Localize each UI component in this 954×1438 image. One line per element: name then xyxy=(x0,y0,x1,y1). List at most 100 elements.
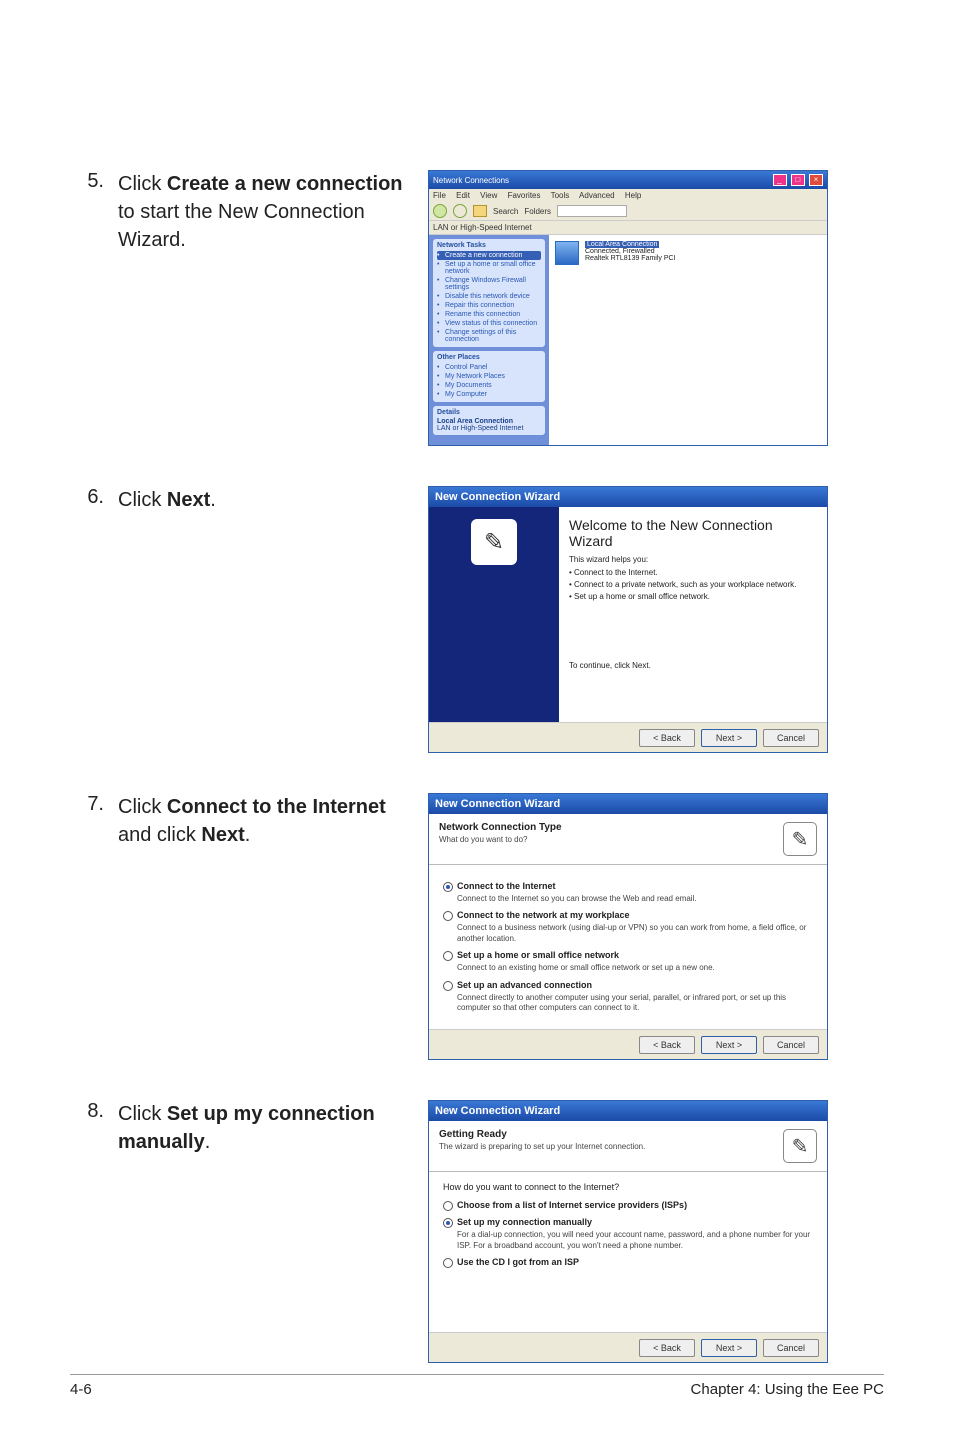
task-view-status[interactable]: View status of this connection xyxy=(437,319,541,328)
step-8: 8. Click Set up my connection manually. … xyxy=(70,1100,884,1363)
window-body: Network Tasks Create a new connection Se… xyxy=(429,235,827,445)
chapter-title: Chapter 4: Using the Eee PC xyxy=(691,1381,884,1398)
toolbar-folders[interactable]: Folders xyxy=(524,207,551,216)
radio-icon xyxy=(443,1258,453,1268)
step-6-post: . xyxy=(210,489,216,511)
menu-help[interactable]: Help xyxy=(625,191,641,200)
details-header: Details xyxy=(437,409,541,416)
task-create-connection[interactable]: Create a new connection xyxy=(437,251,541,260)
option-home-network[interactable]: Set up a home or small office network Co… xyxy=(443,950,813,973)
up-icon[interactable] xyxy=(473,205,487,217)
back-button[interactable]: < Back xyxy=(639,1339,695,1357)
task-change-settings[interactable]: Change settings of this connection xyxy=(437,328,541,344)
min-button[interactable]: _ xyxy=(773,174,787,186)
task-disable[interactable]: Disable this network device xyxy=(437,292,541,301)
option-label: Choose from a list of Internet service p… xyxy=(457,1200,687,1210)
connection-icon xyxy=(555,241,579,265)
step-6-text: Click Next. xyxy=(118,486,408,753)
connection-item[interactable]: Local Area Connection Connected, Firewal… xyxy=(555,241,821,265)
option-connect-internet[interactable]: Connect to the Internet Connect to the I… xyxy=(443,881,813,904)
wizard-content: Welcome to the New Connection Wizard Thi… xyxy=(559,507,827,722)
step-6-bold: Next xyxy=(167,489,210,511)
menu-favorites[interactable]: Favorites xyxy=(508,191,541,200)
details-box: Details Local Area Connection LAN or Hig… xyxy=(433,406,545,435)
wizard-getting-ready: New Connection Wizard Getting Ready The … xyxy=(428,1100,828,1363)
task-rename[interactable]: Rename this connection xyxy=(437,310,541,319)
wizard-content: Connect to the Internet Connect to the I… xyxy=(429,865,827,1029)
wizard-intro: This wizard helps you: xyxy=(569,555,817,564)
toolbar-views[interactable] xyxy=(557,205,627,217)
option-desc: Connect to the Internet so you can brows… xyxy=(457,894,813,904)
wizard-footer: < Back Next > Cancel xyxy=(429,1332,827,1362)
screenshot-7: New Connection Wizard Network Connection… xyxy=(428,793,828,1060)
details-name: Local Area Connection xyxy=(437,418,541,425)
menu-advanced[interactable]: Advanced xyxy=(579,191,615,200)
back-button[interactable]: < Back xyxy=(639,729,695,747)
toolbar-search[interactable]: Search xyxy=(493,207,518,216)
back-icon[interactable] xyxy=(433,204,447,218)
step-7-num: 7. xyxy=(70,793,118,1060)
cancel-button[interactable]: Cancel xyxy=(763,1036,819,1054)
forward-icon[interactable] xyxy=(453,204,467,218)
next-button[interactable]: Next > xyxy=(701,1036,757,1054)
option-advanced[interactable]: Set up an advanced connection Connect di… xyxy=(443,980,813,1014)
option-label: Connect to the Internet xyxy=(457,881,556,891)
other-places-header: Other Places xyxy=(437,354,541,361)
max-button[interactable]: □ xyxy=(791,174,805,186)
step-5: 5. Click Create a new connection to star… xyxy=(70,170,884,446)
wizard-side-graphic: ✎ xyxy=(429,507,559,722)
step-7-text: Click Connect to the Internet and click … xyxy=(118,793,408,1060)
page-number: 4-6 xyxy=(70,1381,92,1398)
radio-icon xyxy=(443,1201,453,1211)
radio-icon xyxy=(443,951,453,961)
step-5-num: 5. xyxy=(70,170,118,446)
menu-tools[interactable]: Tools xyxy=(551,191,570,200)
menu-bar: File Edit View Favorites Tools Advanced … xyxy=(429,189,827,202)
place-network-places[interactable]: My Network Places xyxy=(437,372,541,381)
option-manual[interactable]: Set up my connection manually For a dial… xyxy=(443,1217,813,1251)
menu-edit[interactable]: Edit xyxy=(456,191,470,200)
step-7-bold1: Connect to the Internet xyxy=(167,796,386,818)
step-8-pre: Click xyxy=(118,1103,167,1125)
next-button[interactable]: Next > xyxy=(701,729,757,747)
place-documents[interactable]: My Documents xyxy=(437,381,541,390)
radio-icon xyxy=(443,882,453,892)
wizard-titlebar: New Connection Wizard xyxy=(429,1101,827,1121)
wizard-content: How do you want to connect to the Intern… xyxy=(429,1172,827,1332)
cancel-button[interactable]: Cancel xyxy=(763,729,819,747)
wizard-header-icon: ✎ xyxy=(783,822,817,856)
place-computer[interactable]: My Computer xyxy=(437,390,541,399)
back-button[interactable]: < Back xyxy=(639,1036,695,1054)
wizard-header: Getting Ready The wizard is preparing to… xyxy=(429,1121,827,1172)
wizard-welcome: New Connection Wizard ✎ Welcome to the N… xyxy=(428,486,828,753)
connection-text: Local Area Connection Connected, Firewal… xyxy=(585,241,676,262)
step-5-pre: Click xyxy=(118,173,167,195)
task-repair[interactable]: Repair this connection xyxy=(437,301,541,310)
option-isp-cd[interactable]: Use the CD I got from an ISP xyxy=(443,1257,813,1268)
step-6-num: 6. xyxy=(70,486,118,753)
close-button[interactable]: × xyxy=(809,174,823,186)
network-connections-window: Network Connections _ □ × File Edit View… xyxy=(428,170,828,446)
step-8-post: . xyxy=(205,1131,211,1153)
wizard-footer: < Back Next > Cancel xyxy=(429,1029,827,1059)
option-isp-list[interactable]: Choose from a list of Internet service p… xyxy=(443,1200,813,1211)
network-tasks-header: Network Tasks xyxy=(437,242,541,249)
wizard-bullet-1: • Connect to the Internet. xyxy=(575,568,817,577)
task-firewall[interactable]: Change Windows Firewall settings xyxy=(437,276,541,292)
step-5-bold: Create a new connection xyxy=(167,173,403,195)
next-button[interactable]: Next > xyxy=(701,1339,757,1357)
wizard-header-sub: What do you want to do? xyxy=(439,835,562,844)
cancel-button[interactable]: Cancel xyxy=(763,1339,819,1357)
task-setup-network[interactable]: Set up a home or small office network xyxy=(437,260,541,276)
menu-file[interactable]: File xyxy=(433,191,446,200)
step-7-pre: Click xyxy=(118,796,167,818)
screenshot-8: New Connection Wizard Getting Ready The … xyxy=(428,1100,828,1363)
option-connect-workplace[interactable]: Connect to the network at my workplace C… xyxy=(443,910,813,944)
radio-icon xyxy=(443,911,453,921)
step-6-pre: Click xyxy=(118,489,167,511)
place-control-panel[interactable]: Control Panel xyxy=(437,363,541,372)
wizard-header-text: Getting Ready The wizard is preparing to… xyxy=(439,1129,645,1151)
option-desc: For a dial-up connection, you will need … xyxy=(457,1230,813,1251)
menu-view[interactable]: View xyxy=(480,191,497,200)
wizard-header-sub: The wizard is preparing to set up your I… xyxy=(439,1142,645,1151)
